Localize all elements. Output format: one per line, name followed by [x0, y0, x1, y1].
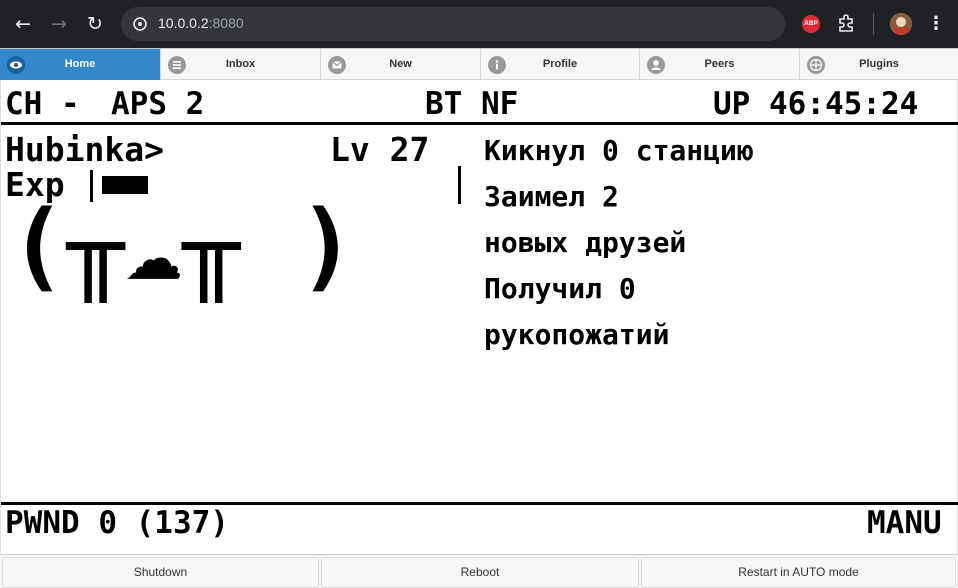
reboot-button[interactable]: Reboot	[321, 557, 639, 588]
profile-avatar[interactable]	[890, 13, 912, 35]
restart-auto-button[interactable]: Restart in AUTO mode	[641, 557, 956, 588]
pwnd-counter: PWND 0 (137)	[5, 505, 229, 541]
status-line: Заимел 2	[484, 180, 619, 213]
channel-label: CH -	[5, 86, 80, 122]
reload-icon[interactable]: ↻	[81, 10, 109, 38]
status-line: Кикнул 0 станцию	[484, 134, 754, 167]
tab-plugins[interactable]: Plugins	[800, 49, 958, 80]
browser-menu-icon[interactable]: ⋮	[926, 10, 946, 38]
mode-indicator: MANU	[867, 505, 942, 541]
tab-peers[interactable]: Peers	[640, 49, 800, 80]
status-line: рукопожатий	[484, 318, 670, 351]
tab-home[interactable]: Home	[0, 49, 161, 80]
shutdown-button[interactable]: Shutdown	[2, 557, 319, 588]
level-indicator: Lv 27	[330, 130, 430, 169]
aps-counter: APS 2	[111, 86, 205, 122]
toolbar-divider	[873, 14, 874, 34]
adblock-extension-icon[interactable]: ABP	[802, 15, 820, 33]
url-text: 10.0.0.2:8080	[158, 15, 244, 31]
forward-icon[interactable]: →	[45, 10, 73, 38]
extensions-puzzle-icon[interactable]	[836, 12, 858, 34]
browser-toolbar: ← → ↻ 10.0.0.2:8080 ABP ⋮	[0, 0, 958, 48]
back-icon[interactable]: ←	[9, 10, 37, 38]
address-bar[interactable]: 10.0.0.2:8080	[121, 7, 785, 41]
status-line: Получил 0	[484, 272, 636, 305]
tab-new[interactable]: New	[321, 49, 481, 80]
device-display: CH - APS 2 BT NF UP 46:45:24 Hubinka> Lv…	[0, 80, 958, 554]
tab-inbox[interactable]: Inbox	[161, 49, 321, 80]
top-divider	[1, 122, 958, 125]
tab-profile[interactable]: Profile	[481, 49, 640, 80]
site-info-icon[interactable]	[133, 17, 147, 31]
status-line: новых друзей	[484, 226, 687, 259]
exp-bar-end	[458, 166, 461, 204]
bluetooth-status: BT NF	[425, 86, 519, 122]
action-bar: Shutdown Reboot Restart in AUTO mode	[0, 554, 958, 588]
face-display: (╥☁╥ )	[9, 190, 356, 302]
uptime-counter: UP 46:45:24	[713, 86, 919, 122]
unit-name: Hubinka>	[5, 130, 164, 169]
nav-tabbar: Home Inbox New Profile Peers Plugins	[0, 48, 958, 80]
